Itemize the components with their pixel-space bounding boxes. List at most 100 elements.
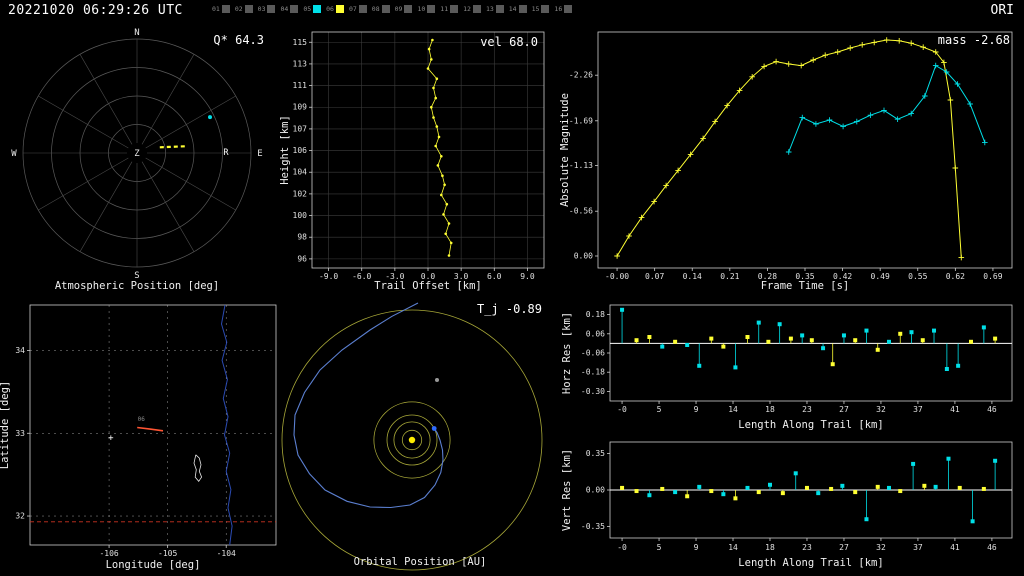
station-id-label: 04 bbox=[280, 5, 289, 13]
svg-text:-0.30: -0.30 bbox=[581, 387, 605, 396]
svg-text:6.0: 6.0 bbox=[487, 272, 502, 281]
svg-text:37: 37 bbox=[913, 543, 923, 552]
svg-text:-6.0: -6.0 bbox=[352, 272, 371, 281]
svg-text:-0.06: -0.06 bbox=[581, 349, 605, 358]
svg-text:-1.69: -1.69 bbox=[569, 116, 593, 125]
orbital-position-plot: T_j -0.89 Orbital Position [AU] bbox=[281, 302, 543, 571]
station-indicator-05: 05 bbox=[303, 5, 322, 13]
timestamp: 20221020 06:29:26 UTC bbox=[8, 3, 183, 18]
station-indicator-15: 15 bbox=[532, 5, 550, 13]
station-id-label: 06 bbox=[326, 5, 334, 13]
station-indicator-07: 07 bbox=[349, 5, 367, 13]
station-indicator-04: 04 bbox=[280, 5, 299, 13]
svg-text:-0.35: -0.35 bbox=[581, 522, 605, 531]
station-id-label: 02 bbox=[234, 5, 243, 13]
station-status-box bbox=[313, 5, 322, 13]
svg-text:0.06: 0.06 bbox=[586, 329, 605, 338]
station-status-box bbox=[495, 5, 504, 13]
station-status-box bbox=[381, 5, 390, 13]
svg-text:vel 68.0: vel 68.0 bbox=[480, 35, 538, 49]
svg-text:mass -2.68: mass -2.68 bbox=[938, 33, 1010, 47]
station-indicator-03: 03 bbox=[258, 5, 276, 13]
svg-text:N: N bbox=[134, 28, 139, 38]
svg-text:Orbital Position [AU]: Orbital Position [AU] bbox=[354, 556, 487, 568]
svg-text:107: 107 bbox=[293, 124, 308, 133]
meteor-analysis-dashboard: 20221020 06:29:26 UTC 01 02 03 04 05 06 07 08 09… bbox=[0, 0, 1024, 576]
svg-text:104: 104 bbox=[293, 168, 308, 177]
svg-text:Longitude [deg]: Longitude [deg] bbox=[106, 559, 201, 571]
svg-text:0.07: 0.07 bbox=[645, 272, 664, 281]
station-indicator-13: 13 bbox=[486, 5, 504, 13]
station-status-box bbox=[541, 5, 550, 13]
svg-text:23: 23 bbox=[802, 543, 812, 552]
station-strip: 01 02 03 04 05 06 07 08 09 10 11 12 13 14 15 16 bbox=[212, 5, 573, 13]
svg-text:Height [km]: Height [km] bbox=[280, 115, 291, 185]
svg-text:18: 18 bbox=[765, 543, 775, 552]
svg-text:115: 115 bbox=[293, 38, 308, 47]
svg-text:0.21: 0.21 bbox=[720, 272, 739, 281]
svg-text:+: + bbox=[108, 433, 114, 443]
station-indicator-06: 06 bbox=[326, 5, 344, 13]
svg-text:106: 106 bbox=[293, 146, 308, 155]
station-id-label: 01 bbox=[212, 5, 220, 13]
station-id-label: 11 bbox=[440, 5, 449, 13]
svg-text:0.00: 0.00 bbox=[574, 252, 593, 261]
station-id-label: 10 bbox=[417, 5, 426, 13]
svg-text:Z: Z bbox=[134, 149, 140, 159]
shower-code: ORI bbox=[990, 3, 1014, 18]
station-indicator-16: 16 bbox=[554, 5, 573, 13]
station-indicator-02: 02 bbox=[235, 5, 253, 13]
station-status-box bbox=[267, 5, 276, 13]
svg-text:0.69: 0.69 bbox=[983, 272, 1002, 281]
panel-atmospheric-position: N S W E Z R Q* 64.3 Atmospheric Position [deg] bbox=[0, 22, 280, 297]
station-id-label: 12 bbox=[463, 5, 471, 13]
svg-text:34: 34 bbox=[15, 346, 25, 355]
station-id-label: 05 bbox=[303, 5, 312, 13]
panel-height-profile: -9.0 -6.0 -3.0 0.0 3.0 6.0 9.0 96 98 100 102 104 106… bbox=[280, 22, 560, 297]
svg-text:-106: -106 bbox=[99, 549, 118, 558]
station-status-box bbox=[221, 5, 230, 13]
station-id-label: 15 bbox=[531, 5, 540, 13]
svg-text:-1.13: -1.13 bbox=[569, 161, 593, 170]
station-indicator-10: 10 bbox=[417, 5, 436, 13]
svg-text:18: 18 bbox=[765, 405, 775, 414]
svg-text:9: 9 bbox=[694, 405, 699, 414]
svg-text:T_j -0.89: T_j -0.89 bbox=[477, 302, 542, 316]
svg-text:0.18: 0.18 bbox=[586, 310, 605, 319]
svg-text:-2.26: -2.26 bbox=[569, 71, 593, 80]
header-bar: 20221020 06:29:26 UTC 01 02 03 04 05 06 07 08 09… bbox=[0, 0, 1024, 22]
station-indicator-11: 11 bbox=[440, 5, 459, 13]
station-id-label: 09 bbox=[394, 5, 403, 13]
svg-text:Trail Offset [km]: Trail Offset [km] bbox=[374, 280, 481, 292]
svg-text:-104: -104 bbox=[217, 549, 236, 558]
svg-text:46: 46 bbox=[987, 405, 997, 414]
station-id-label: 03 bbox=[257, 5, 266, 13]
svg-text:06: 06 bbox=[138, 416, 146, 423]
svg-text:-105: -105 bbox=[158, 549, 177, 558]
station-indicator-14: 14 bbox=[509, 5, 527, 13]
svg-text:0.55: 0.55 bbox=[908, 272, 927, 281]
svg-text:-0.56: -0.56 bbox=[569, 207, 593, 216]
station-status-box bbox=[427, 5, 436, 13]
station-status-box bbox=[404, 5, 413, 13]
panel-ground-track: -106 -105 -104 32 33 34 Longitude [deg] Latitud… bbox=[0, 297, 280, 576]
svg-text:Length Along Trail [km]: Length Along Trail [km] bbox=[738, 419, 883, 431]
svg-text:-0: -0 bbox=[617, 543, 627, 552]
svg-text:Vert Res [km]: Vert Res [km] bbox=[561, 449, 573, 531]
station-id-label: 16 bbox=[554, 5, 563, 13]
svg-text:37: 37 bbox=[913, 405, 923, 414]
svg-text:Length Along Trail [km]: Length Along Trail [km] bbox=[738, 557, 883, 569]
svg-text:R: R bbox=[223, 148, 229, 158]
station-id-label: 13 bbox=[485, 5, 494, 13]
station-indicator-12: 12 bbox=[463, 5, 481, 13]
svg-text:109: 109 bbox=[293, 103, 308, 112]
svg-text:0.62: 0.62 bbox=[946, 272, 965, 281]
svg-text:100: 100 bbox=[293, 211, 308, 220]
svg-text:27: 27 bbox=[839, 543, 849, 552]
svg-text:9: 9 bbox=[694, 543, 699, 552]
svg-text:W: W bbox=[11, 149, 17, 159]
svg-text:33: 33 bbox=[15, 429, 25, 438]
atmospheric-position-plot: NSW EZ RQ* 64.3Atmospheric Position [deg] bbox=[11, 28, 264, 292]
svg-text:41: 41 bbox=[950, 543, 960, 552]
svg-text:0.35: 0.35 bbox=[586, 449, 605, 458]
